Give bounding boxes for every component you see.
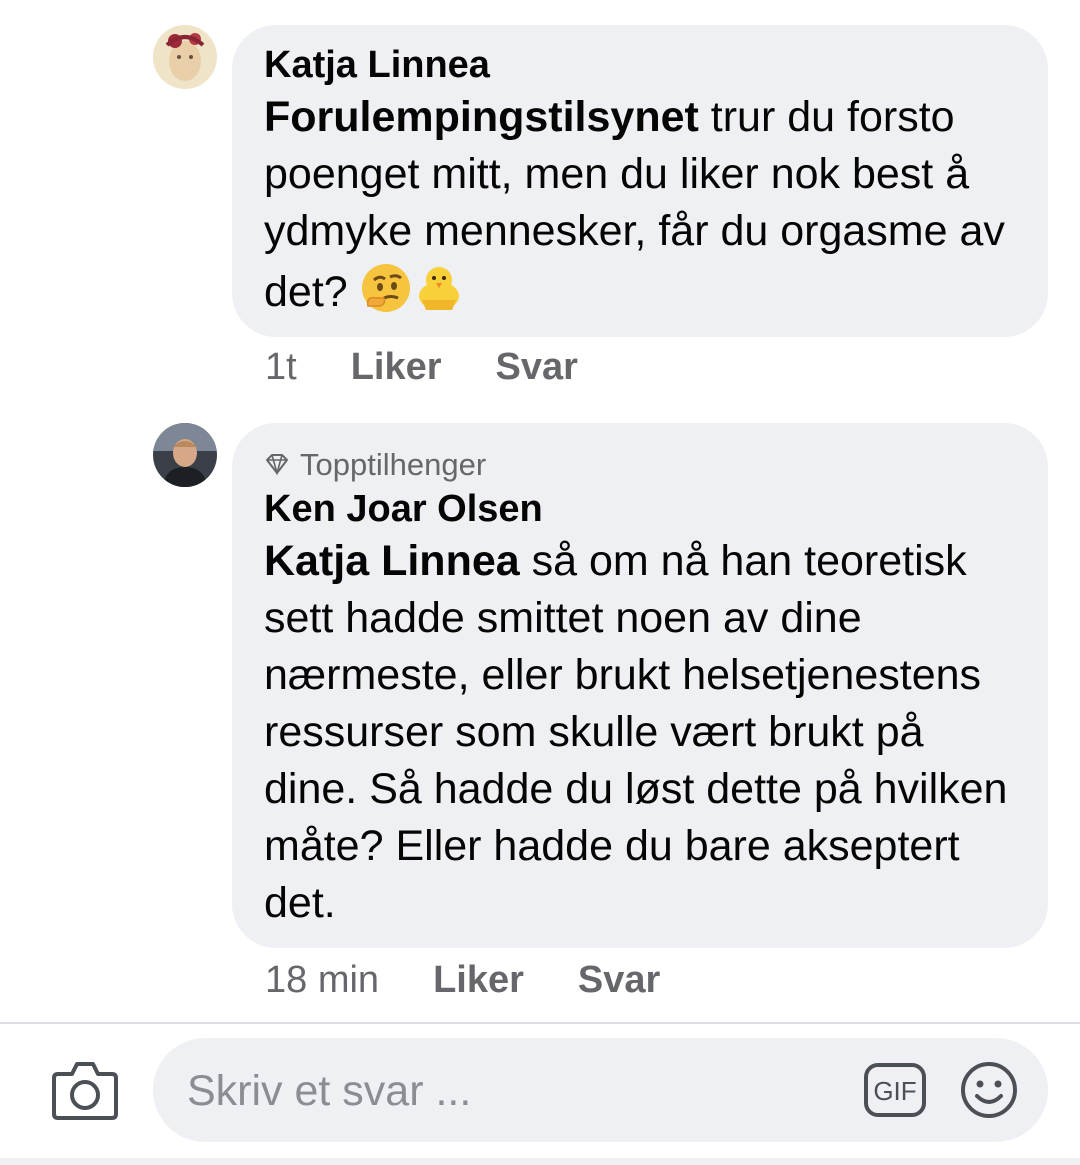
comment-timestamp[interactable]: 18 min [265,959,379,1002]
avatar[interactable] [153,423,217,487]
badge-label: Topptilhenger [300,447,487,482]
like-button[interactable]: Liker [351,346,442,389]
diamond-icon [264,445,290,485]
smiley-icon[interactable] [959,1060,1019,1120]
comment-timestamp[interactable]: 1t [265,346,297,389]
hatching-chick-emoji [412,260,466,329]
gif-icon[interactable]: GIF [863,1062,927,1118]
mention-link[interactable]: Forulempingstilsynet [264,93,699,141]
comment-body: så om nå han teoretisk sett hadde smitte… [264,537,1008,927]
comment-author[interactable]: Ken Joar Olsen [264,487,1018,531]
thinking-face-emoji [360,262,412,329]
comment-text: Forulempingstilsynet trur du forsto poen… [264,89,1018,329]
reply-button[interactable]: Svar [496,346,578,389]
reply-button[interactable]: Svar [578,959,660,1002]
top-fan-badge: Topptilhenger [264,445,1018,485]
mention-link[interactable]: Katja Linnea [264,537,520,585]
comment-actions: 1t Liker Svar [265,346,632,389]
bottom-divider [0,1158,1080,1165]
gif-label: GIF [873,1076,916,1106]
comment-actions: 18 min Liker Svar [265,959,714,1002]
reply-input-container: GIF [153,1038,1048,1144]
reply-input[interactable] [185,1038,839,1144]
comment-bubble[interactable]: Topptilhenger Ken Joar Olsen Katja Linne… [232,423,1048,948]
avatar[interactable] [153,25,217,89]
comment-author[interactable]: Katja Linnea [264,43,1018,87]
camera-icon[interactable] [50,1058,120,1122]
comment-bubble[interactable]: Katja Linnea Forulempingstilsynet trur d… [232,25,1048,337]
like-button[interactable]: Liker [433,959,524,1002]
comment-text: Katja Linnea så om nå han teoretisk sett… [264,533,1018,932]
